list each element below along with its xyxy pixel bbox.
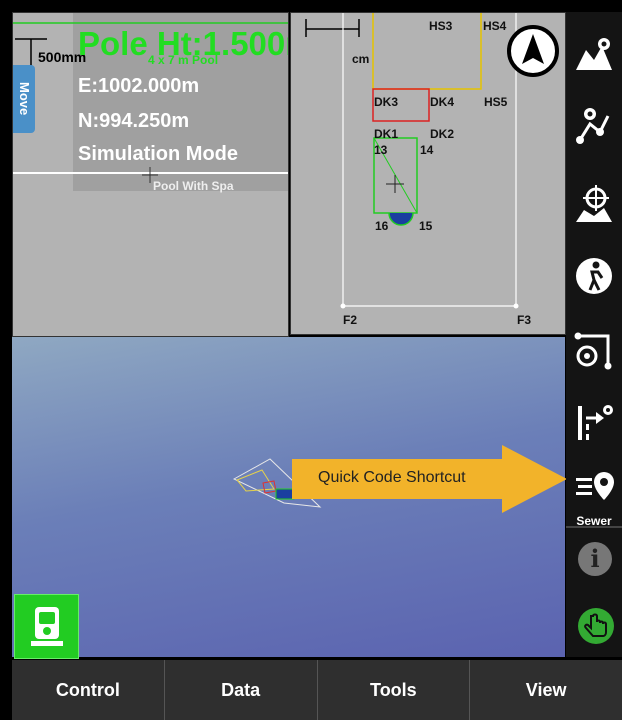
tab-view[interactable]: View: [470, 660, 622, 720]
point-label-hs3: HS3: [429, 19, 453, 33]
point-label-13: 13: [374, 143, 388, 157]
point-label-dk4: DK4: [430, 95, 455, 109]
map-route-icon: [576, 38, 612, 70]
route-point-button[interactable]: [566, 390, 622, 454]
quick-code-sewer-icon: [576, 472, 614, 500]
total-station-icon: [31, 607, 63, 646]
north-arrow-icon[interactable]: [506, 24, 560, 78]
stakeout-map-button[interactable]: [566, 172, 622, 236]
bottom-navigation: Control Data Tools View: [12, 660, 622, 720]
tab-tools[interactable]: Tools: [317, 660, 471, 720]
toolbar-divider: [566, 526, 622, 528]
point-label-f3: F3: [517, 313, 532, 327]
point-label-14: 14: [420, 143, 434, 157]
callout-text: Quick Code Shortcut: [318, 469, 466, 486]
path-nodes-icon: [576, 108, 610, 144]
tab-control[interactable]: Control: [12, 660, 165, 720]
pool-feature-label: 4 x 7 m Pool: [148, 53, 219, 67]
hand-pointer-icon[interactable]: [578, 608, 614, 644]
total-station-button[interactable]: [14, 594, 79, 659]
point-label-dk3: DK3: [374, 95, 399, 109]
pool-spa-label: Pool With Spa: [153, 179, 234, 193]
point-label-f2: F2: [343, 313, 358, 327]
tab-data[interactable]: Data: [164, 660, 318, 720]
point-label-hs5: HS5: [484, 95, 508, 109]
walk-mode-button[interactable]: [566, 244, 622, 308]
offset-measure-button[interactable]: [566, 318, 622, 382]
easting-readout: E:1002.000m: [78, 75, 200, 97]
point-label-hs4: HS4: [483, 19, 507, 33]
site-plan-map[interactable]: cm HS3 HS4 HS5 DK3 DK4 DK1 DK2 13 14 16 …: [290, 12, 566, 335]
point-label-16: 16: [375, 219, 389, 233]
route-point-icon: [578, 405, 613, 440]
northing-readout: N:994.250m: [78, 110, 190, 132]
path-nodes-button[interactable]: [566, 94, 622, 158]
map-route-button[interactable]: [566, 22, 622, 86]
scale-unit-label: cm: [352, 52, 370, 66]
offset-measure-icon: [574, 332, 612, 370]
walking-person-icon: [576, 258, 612, 294]
stakeout-map-icon: [576, 185, 612, 222]
plan-view-map[interactable]: 500mm Move Pole Ht:1.500m 4 x 7 m Pool E…: [12, 12, 289, 337]
info-icon[interactable]: i: [578, 542, 612, 576]
hand-pointer-glyph: [584, 613, 607, 637]
point-label-dk1: DK1: [374, 127, 399, 141]
mode-readout: Simulation Mode: [78, 143, 238, 165]
point-label-dk2: DK2: [430, 127, 455, 141]
move-tab[interactable]: Move: [13, 65, 35, 133]
quick-code-sewer-button[interactable]: [566, 456, 622, 520]
point-label-15: 15: [419, 219, 433, 233]
